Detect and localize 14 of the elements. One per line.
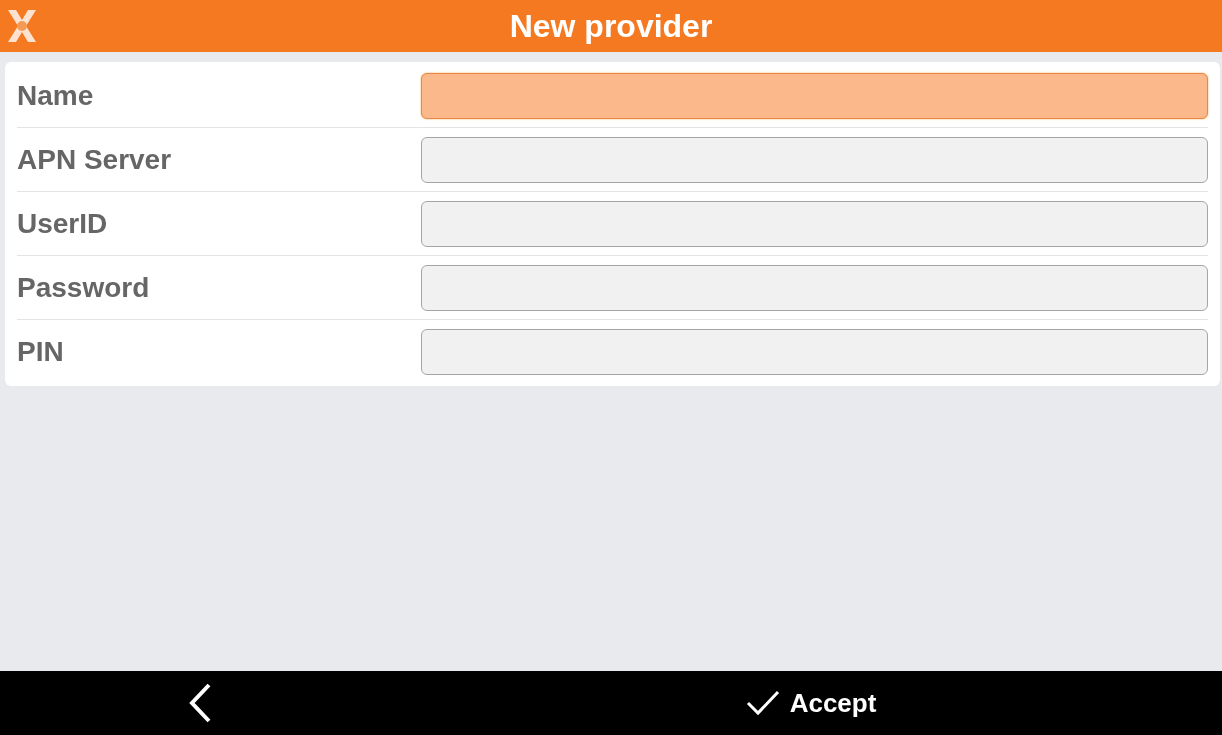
field-label: PIN bbox=[17, 335, 65, 369]
back-icon bbox=[187, 683, 213, 723]
input-field[interactable] bbox=[421, 264, 1208, 311]
field-label: Name bbox=[17, 78, 95, 113]
check-icon bbox=[745, 689, 780, 717]
accept-button[interactable]: Accept bbox=[741, 683, 881, 723]
field-label: Password bbox=[17, 270, 151, 305]
field-label: APN Server bbox=[17, 142, 173, 177]
input-field[interactable] bbox=[421, 200, 1208, 247]
field-label: UserID bbox=[17, 206, 109, 241]
input-field[interactable] bbox=[421, 72, 1208, 119]
window-title: New provider bbox=[509, 7, 713, 46]
input-field[interactable] bbox=[421, 329, 1208, 375]
input-field[interactable] bbox=[421, 136, 1208, 183]
